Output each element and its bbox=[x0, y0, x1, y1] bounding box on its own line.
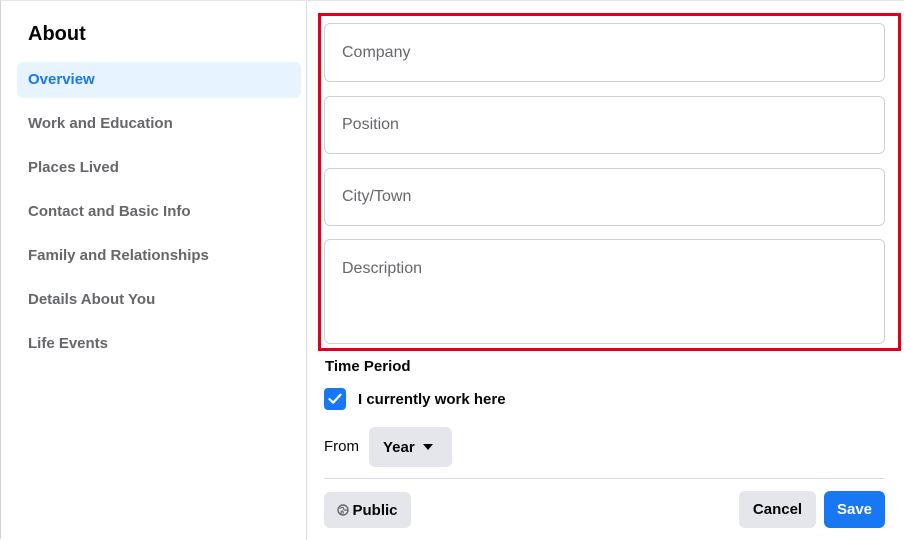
sidebar-nav: Overview Work and Education Places Lived… bbox=[17, 62, 301, 370]
cancel-button[interactable]: Cancel bbox=[739, 491, 816, 528]
save-button[interactable]: Save bbox=[824, 491, 885, 528]
from-label: From bbox=[324, 438, 359, 455]
privacy-public-label: Public bbox=[352, 501, 398, 519]
divider bbox=[324, 478, 885, 479]
privacy-public-button[interactable]: Public bbox=[324, 492, 411, 528]
sidebar-item-places-lived[interactable]: Places Lived bbox=[17, 150, 301, 186]
sidebar-item-overview[interactable]: Overview bbox=[17, 62, 301, 98]
sidebar-item-family-and-relationships[interactable]: Family and Relationships bbox=[17, 238, 301, 274]
sidebar-item-contact-and-basic-info[interactable]: Contact and Basic Info bbox=[17, 194, 301, 230]
sidebar-item-life-events[interactable]: Life Events bbox=[17, 326, 301, 362]
currently-work-here-label: I currently work here bbox=[358, 390, 506, 408]
sidebar-title: About bbox=[28, 23, 86, 45]
sidebar-item-work-and-education[interactable]: Work and Education bbox=[17, 106, 301, 142]
about-page: About Overview Work and Education Places… bbox=[0, 0, 904, 540]
sidebar-item-details-about-you[interactable]: Details About You bbox=[17, 282, 301, 318]
highlight-box bbox=[318, 13, 901, 351]
time-period-label: Time Period bbox=[325, 358, 411, 375]
sidebar: About Overview Work and Education Places… bbox=[2, 1, 307, 540]
check-icon bbox=[328, 393, 342, 404]
caret-down-icon bbox=[422, 444, 433, 450]
currently-work-here-row[interactable]: I currently work here bbox=[324, 388, 506, 410]
globe-icon bbox=[337, 504, 350, 516]
year-dropdown-value: Year bbox=[383, 438, 415, 456]
work-form: Time Period I currently work here From Y… bbox=[308, 1, 904, 540]
year-dropdown[interactable]: Year bbox=[369, 427, 452, 467]
currently-work-here-checkbox[interactable] bbox=[324, 388, 346, 410]
